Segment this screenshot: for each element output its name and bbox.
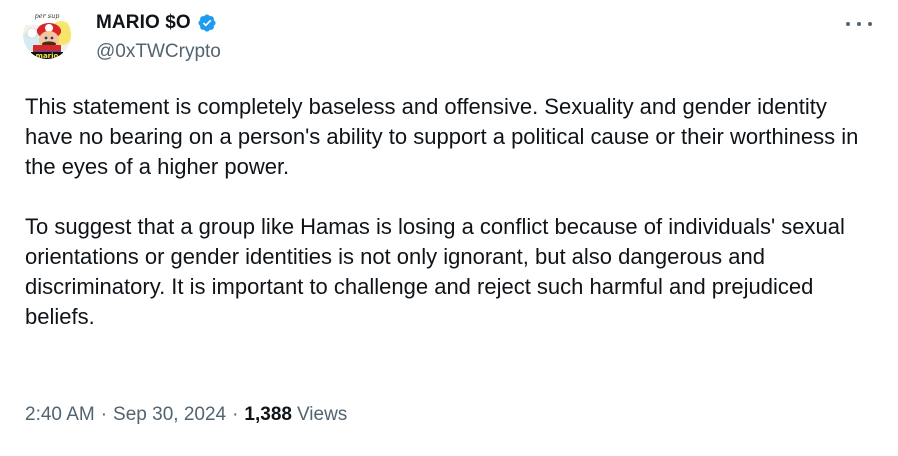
views-label: Views bbox=[296, 404, 348, 425]
views-count[interactable]: 1,388 bbox=[244, 404, 292, 426]
tweet-paragraph: To suggest that a group like Hamas is lo… bbox=[25, 214, 845, 329]
display-name[interactable]: MARIO $O bbox=[96, 12, 191, 34]
tweet-card: per sup mario MARIO $O @0xTWCrypto This … bbox=[0, 0, 898, 456]
tweet-date[interactable]: Sep 30, 2024 bbox=[113, 404, 226, 426]
author-handle[interactable]: @0xTWCrypto bbox=[96, 41, 221, 63]
avatar[interactable]: per sup mario bbox=[23, 11, 71, 59]
tweet-text: This statement is completely baseless an… bbox=[25, 92, 875, 332]
verified-badge-icon bbox=[197, 13, 217, 33]
more-horizontal-icon[interactable] bbox=[846, 17, 872, 31]
more-dot bbox=[868, 22, 872, 26]
separator: · bbox=[100, 404, 108, 425]
separator: · bbox=[232, 404, 239, 425]
more-dot bbox=[846, 22, 850, 26]
more-dot bbox=[857, 22, 861, 26]
author-name-row[interactable]: MARIO $O bbox=[96, 11, 217, 35]
tweet-meta: 2:40 AM · Sep 30, 2024 · 1,388 Views bbox=[25, 404, 347, 426]
avatar-top-text: per sup bbox=[35, 12, 61, 20]
tweet-paragraph: This statement is completely baseless an… bbox=[25, 94, 859, 179]
tweet-time[interactable]: 2:40 AM bbox=[25, 404, 95, 426]
avatar-bottom-text: mario bbox=[36, 52, 59, 59]
